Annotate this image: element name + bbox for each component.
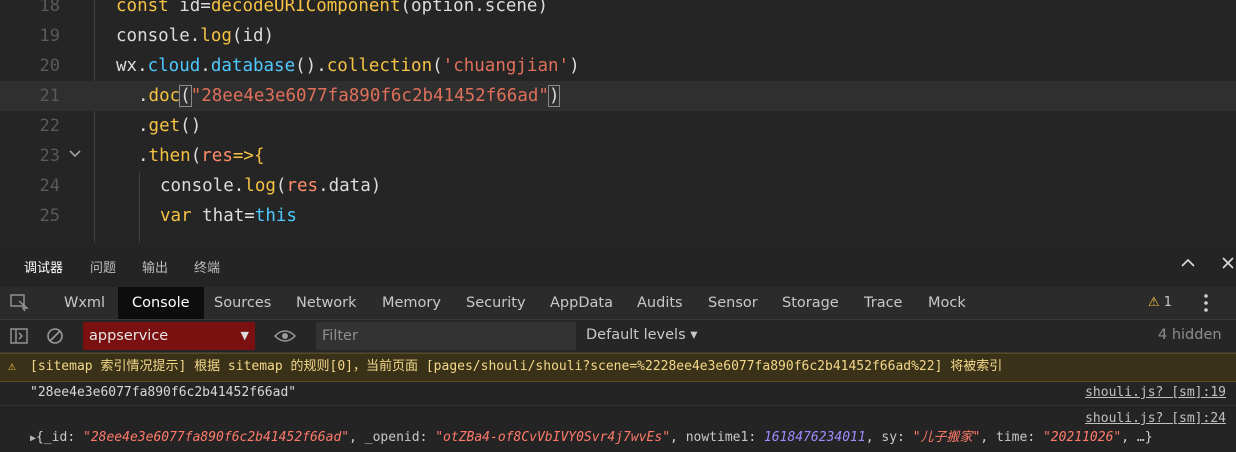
chevron-up-icon[interactable] <box>1180 255 1196 276</box>
code-line-23[interactable]: 23 .then(res=>{ <box>0 141 1236 171</box>
devtools-tabs: Wxml Console Sources Network Memory Secu… <box>0 287 1236 320</box>
line-number: 25 <box>39 206 60 226</box>
code-text: .then(res=>{ <box>138 146 265 166</box>
code-text: const id=decodeURIComponent(option.scene… <box>116 0 549 16</box>
line-number: 21 <box>39 86 60 106</box>
code-text: .doc("28ee4e3e6077fa890f6c2b41452f66ad") <box>138 85 561 107</box>
filter-input[interactable] <box>316 322 576 350</box>
close-icon[interactable] <box>1220 255 1236 276</box>
warning-counter[interactable]: ⚠ 1 <box>1148 295 1172 310</box>
code-line-20[interactable]: 20 wx.cloud.database().collection('chuan… <box>0 51 1236 81</box>
code-line-25[interactable]: 25 var that=this <box>0 201 1236 231</box>
console-warning-message[interactable]: ⚠ [sitemap 索引情况提示] 根据 sitemap 的规则[0]，当前页… <box>0 353 1236 382</box>
context-selector[interactable]: appservice ▼ <box>83 322 255 350</box>
code-line-18[interactable]: 18 const id=decodeURIComponent(option.sc… <box>0 0 1236 21</box>
console-toolbar: appservice ▼ Default levels ▾ 4 hidden <box>0 320 1236 353</box>
tab-security[interactable]: Security <box>452 287 540 319</box>
code-editor[interactable]: 18 const id=decodeURIComponent(option.sc… <box>0 0 1236 243</box>
tab-appdata[interactable]: AppData <box>536 287 627 319</box>
warning-icon: ⚠ <box>8 359 16 374</box>
tab-debugger[interactable]: 调试器 <box>24 257 64 289</box>
line-number: 22 <box>39 116 60 136</box>
caret-down-icon: ▼ <box>240 329 249 342</box>
code-line-22[interactable]: 22 .get() <box>0 111 1236 141</box>
log-levels-dropdown[interactable]: Default levels ▾ <box>586 327 698 343</box>
tab-sensor[interactable]: Sensor <box>694 287 772 319</box>
code-text: console.log(id) <box>116 26 275 46</box>
line-number: 18 <box>39 0 60 16</box>
tab-mock[interactable]: Mock <box>914 287 980 319</box>
sidebar-toggle-icon[interactable] <box>10 327 28 349</box>
line-number: 19 <box>39 26 60 46</box>
tab-terminal[interactable]: 终端 <box>194 257 220 276</box>
tab-output[interactable]: 输出 <box>142 257 168 276</box>
warning-icon: ⚠ <box>1148 295 1160 310</box>
line-number: 23 <box>39 146 60 166</box>
hidden-count: 4 hidden <box>1158 327 1222 343</box>
inspect-icon[interactable] <box>10 294 30 316</box>
panel-tabs: 调试器 问题 输出 终端 <box>0 243 1236 289</box>
console-log-message[interactable]: shouli.js? [sm]:24 ▶{_id: "28ee4e3e6077f… <box>0 406 1236 450</box>
tab-network[interactable]: Network <box>282 287 371 319</box>
more-options-icon[interactable] <box>1200 293 1212 317</box>
tab-problems[interactable]: 问题 <box>90 257 116 276</box>
tab-sources[interactable]: Sources <box>200 287 285 319</box>
code-text: console.log(res.data) <box>160 176 382 196</box>
code-line-19[interactable]: 19 console.log(id) <box>0 21 1236 51</box>
source-link[interactable]: shouli.js? [sm]:24 <box>1085 409 1226 429</box>
tab-memory[interactable]: Memory <box>368 287 455 319</box>
tab-wxml[interactable]: Wxml <box>50 287 119 319</box>
code-text: .get() <box>138 116 202 136</box>
console-log-message[interactable]: "28ee4e3e6077fa890f6c2b41452f66ad" shoul… <box>0 381 1236 406</box>
tab-console[interactable]: Console <box>118 287 204 319</box>
source-link[interactable]: shouli.js? [sm]:19 <box>1085 381 1226 405</box>
debug-panel: 调试器 问题 输出 终端 Wxml Console Sources Networ… <box>0 243 1236 452</box>
tab-trace[interactable]: Trace <box>850 287 916 319</box>
line-number: 20 <box>39 56 60 76</box>
chevron-down-icon[interactable] <box>68 147 82 165</box>
tab-storage[interactable]: Storage <box>768 287 853 319</box>
clear-console-icon[interactable] <box>46 327 64 349</box>
code-line-24[interactable]: 24 console.log(res.data) <box>0 171 1236 201</box>
code-text: var that=this <box>160 206 297 226</box>
code-text: wx.cloud.database().collection('chuangji… <box>116 56 580 76</box>
tab-audits[interactable]: Audits <box>623 287 697 319</box>
object-preview[interactable]: ▶{_id: "28ee4e3e6077fa890f6c2b41452f66ad… <box>30 428 1153 449</box>
line-number: 24 <box>39 176 60 196</box>
eye-icon[interactable] <box>273 328 297 348</box>
code-line-21[interactable]: 21 .doc("28ee4e3e6077fa890f6c2b41452f66a… <box>0 81 1236 111</box>
